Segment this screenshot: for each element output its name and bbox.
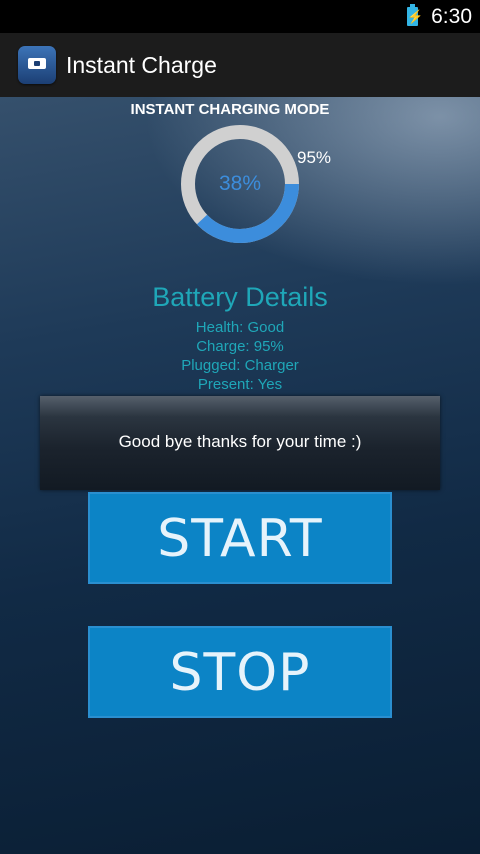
status-bar: ⚡ 6:30 (0, 0, 480, 33)
main-content: INSTANT CHARGING MODE 38% 95% Battery De… (0, 97, 480, 854)
toast-text: Good bye thanks for your time :) (118, 432, 362, 451)
battery-details-title: Battery Details (152, 282, 328, 312)
detail-plugged: Plugged: Charger (181, 357, 299, 374)
status-time: 6:30 (431, 5, 472, 28)
stop-button[interactable]: STOP (88, 626, 392, 718)
action-bar: Instant Charge (0, 33, 480, 97)
gauge-value: 38% (218, 172, 262, 195)
app-title: Instant Charge (66, 52, 217, 78)
detail-present: Present: Yes (197, 376, 283, 393)
start-button[interactable]: START (88, 492, 392, 584)
toast-message: Good bye thanks for your time :) (40, 396, 440, 490)
detail-health: Health: Good (195, 319, 285, 336)
mode-label: INSTANT CHARGING MODE (130, 101, 330, 118)
app-icon[interactable] (18, 46, 56, 84)
battery-level-label: 95% (297, 148, 332, 167)
detail-charge: Charge: 95% (196, 338, 284, 355)
battery-charging-icon: ⚡ (407, 4, 424, 26)
